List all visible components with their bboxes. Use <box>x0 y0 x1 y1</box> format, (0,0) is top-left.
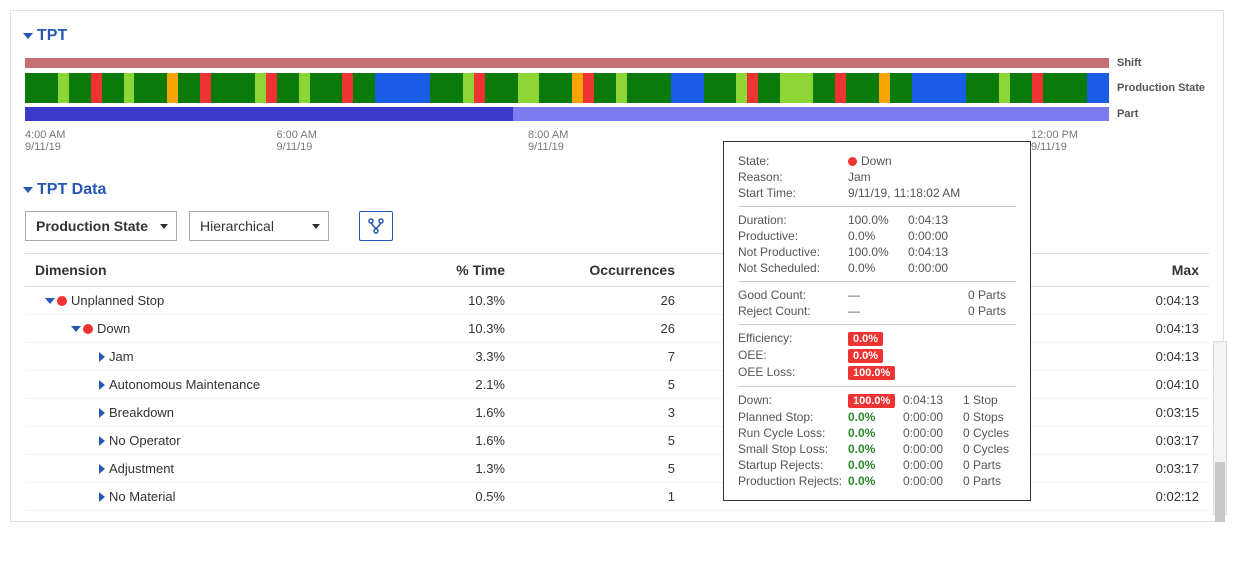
expand-caret-icon[interactable] <box>99 352 105 362</box>
expand-caret-icon[interactable] <box>99 492 105 502</box>
hierarchy-icon <box>367 217 385 235</box>
lane-label-part: Part <box>1109 108 1209 120</box>
lane-label-prod: Production State <box>1109 82 1209 94</box>
col-occurrences[interactable]: Occurrences <box>515 254 685 287</box>
hierarchy-tool-button[interactable] <box>359 211 393 241</box>
select-dimension[interactable]: Production State <box>25 211 177 241</box>
tpt-data-table: Dimension % Time Occurrences erage Max U… <box>25 253 1209 511</box>
timeline: Shift Production State Part 4:00 AM9/11/… <box>25 57 1209 153</box>
select-layout[interactable]: Hierarchical <box>189 211 329 241</box>
caret-down-icon <box>23 187 33 193</box>
dimension-label: Autonomous Maintenance <box>109 377 260 392</box>
section-title-tpt: TPT <box>37 27 67 45</box>
timeline-lane-production-state[interactable] <box>25 73 1109 103</box>
select-layout-value: Hierarchical <box>200 218 274 234</box>
table-row[interactable]: No Material0.5%10:02:120:02:120:02:12 <box>25 483 1209 511</box>
table-row[interactable]: Breakdown1.6%3:02:350:03:15 <box>25 399 1209 427</box>
table-row[interactable]: Jam3.3%7:02:150:04:13 <box>25 343 1209 371</box>
status-dot-icon <box>83 324 93 334</box>
caret-down-icon <box>23 33 33 39</box>
dimension-label: Down <box>97 321 130 336</box>
scrollbar-thumb[interactable] <box>1215 462 1225 522</box>
dimension-label: No Material <box>109 489 175 504</box>
select-dimension-value: Production State <box>36 218 148 234</box>
dimension-label: Breakdown <box>109 405 174 420</box>
expand-caret-icon[interactable] <box>99 408 105 418</box>
timeline-axis: 4:00 AM9/11/196:00 AM9/11/198:00 AM9/11/… <box>25 129 1209 153</box>
section-title-tpt-data: TPT Data <box>37 181 106 199</box>
dimension-label: Unplanned Stop <box>71 293 164 308</box>
col-pct-time[interactable]: % Time <box>385 254 515 287</box>
section-toggle-tpt-data[interactable]: TPT Data <box>25 181 1209 199</box>
expand-caret-icon[interactable] <box>99 464 105 474</box>
table-row[interactable]: Unplanned Stop10.3%26:01:530:04:13 <box>25 287 1209 315</box>
col-dimension[interactable]: Dimension <box>25 254 385 287</box>
table-row[interactable]: Down10.3%26:01:530:04:13 <box>25 315 1209 343</box>
dimension-label: Adjustment <box>109 461 174 476</box>
table-row[interactable]: Autonomous Maintenance2.1%5:01:580:04:10 <box>25 371 1209 399</box>
timeline-lane-shift[interactable] <box>25 58 1109 68</box>
vertical-scrollbar[interactable] <box>1213 341 1227 515</box>
state-tooltip: State:Down Reason:Jam Start Time:9/11/19… <box>723 141 1031 501</box>
expand-caret-icon[interactable] <box>99 436 105 446</box>
chevron-down-icon <box>160 224 168 229</box>
expand-caret-icon[interactable] <box>99 380 105 390</box>
table-row[interactable]: No Operator1.6%5:01:290:03:17 <box>25 427 1209 455</box>
expand-caret-icon[interactable] <box>45 298 55 304</box>
section-toggle-tpt[interactable]: TPT <box>25 27 1209 45</box>
dimension-label: No Operator <box>109 433 181 448</box>
chevron-down-icon <box>312 224 320 229</box>
table-row[interactable]: Adjustment1.3%5:01:120:03:17 <box>25 455 1209 483</box>
lane-label-shift: Shift <box>1109 57 1209 69</box>
expand-caret-icon[interactable] <box>71 326 81 332</box>
timeline-lane-part[interactable] <box>25 107 1109 121</box>
dimension-label: Jam <box>109 349 134 364</box>
status-dot-icon <box>57 296 67 306</box>
